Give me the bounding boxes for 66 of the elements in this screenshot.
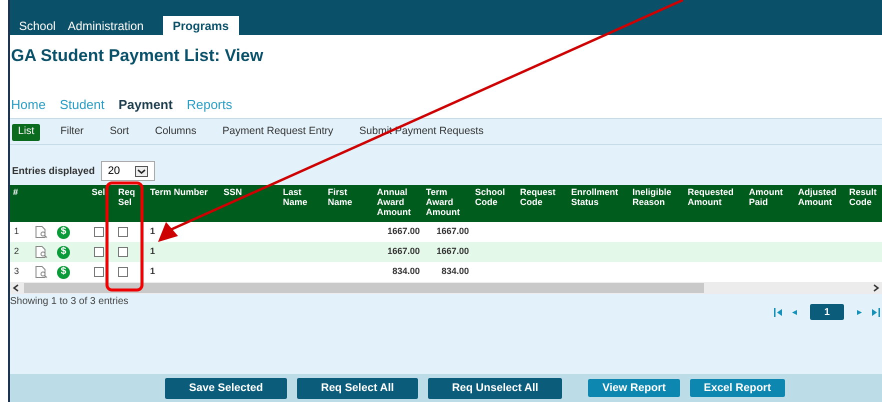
nav-link[interactable]: Payment [118,95,173,115]
table-cell: 1667.00 [436,246,469,256]
column-header: Req Sel [118,187,136,207]
action-button[interactable]: Req Unselect All [428,378,562,398]
horizontal-scrollbar[interactable] [10,282,882,294]
table-cell: 1 [150,226,155,236]
column-header: Term Award Amount [426,187,460,217]
column-header: Enrollment Status [571,187,618,207]
column-header: Term Number [150,187,208,197]
dollar-icon[interactable]: $ [57,266,70,279]
page-title: GA Student Payment List: View [10,45,264,67]
checkbox[interactable] [94,246,104,257]
row-number: 3 [14,266,20,276]
action-button[interactable]: View Report [588,379,680,397]
column-header: Last Name [282,187,308,207]
toolbar-tab[interactable]: Sort [104,124,135,140]
table-cell: 1667.00 [387,226,420,236]
top-tab[interactable]: Programs [162,16,239,35]
last-page-icon[interactable] [870,308,880,316]
dollar-icon[interactable]: $ [57,226,70,239]
action-button[interactable]: Save Selected [165,378,287,398]
action-button[interactable]: Req Select All [297,378,418,398]
toolbar-tab[interactable]: Payment Request Entry [216,124,340,140]
checkbox[interactable] [118,246,128,257]
document-search-icon[interactable] [34,246,48,258]
column-header: School Code [474,187,505,207]
column-header: Sel [92,187,106,197]
column-header: Request Code [520,187,556,207]
top-tab[interactable]: Administration [62,16,149,35]
column-header: Adjusted Amount [798,187,836,207]
column-header: Annual Award Amount [376,187,411,217]
table-cell: 1 [150,266,155,276]
checkbox[interactable] [118,226,128,237]
dollar-icon[interactable]: $ [57,246,70,259]
checkbox[interactable] [118,266,128,277]
row-number: 2 [14,246,20,256]
toolbar-tab[interactable]: Columns [148,124,202,140]
toolbar-tab[interactable]: Filter [54,124,90,140]
table-cell: 1667.00 [436,226,469,236]
column-header: First Name [328,187,352,207]
dropdown-icon [134,166,148,176]
table-cell: 1 [150,246,155,256]
table-cell: 834.00 [392,266,420,276]
column-header: Requested Amount [688,187,734,207]
checkbox[interactable] [94,226,104,237]
document-search-icon[interactable] [34,266,48,278]
document-search-icon[interactable] [34,226,48,238]
column-header: Amount Paid [748,187,783,207]
first-page-icon[interactable] [774,308,784,316]
checkbox[interactable] [94,266,104,277]
column-header: Result Code [849,187,877,207]
entries-summary: Showing 1 to 3 of 3 entries [10,295,128,309]
top-tab[interactable]: School [14,16,61,35]
next-page-icon[interactable] [856,308,864,316]
action-button[interactable]: Excel Report [690,379,785,397]
previous-page-icon[interactable] [790,308,798,316]
entries-select[interactable]: 20 [100,161,155,181]
table-cell: 1667.00 [387,246,420,256]
column-header: # [13,187,18,197]
toolbar-tab[interactable]: List [12,124,40,140]
column-header: Ineligible Reason [632,187,672,207]
page-button[interactable]: 1 [810,304,844,320]
entries-label: Entries displayed [12,164,95,178]
table-cell: 834.00 [441,266,469,276]
row-number: 1 [14,226,20,236]
column-header: SSN [224,187,242,197]
